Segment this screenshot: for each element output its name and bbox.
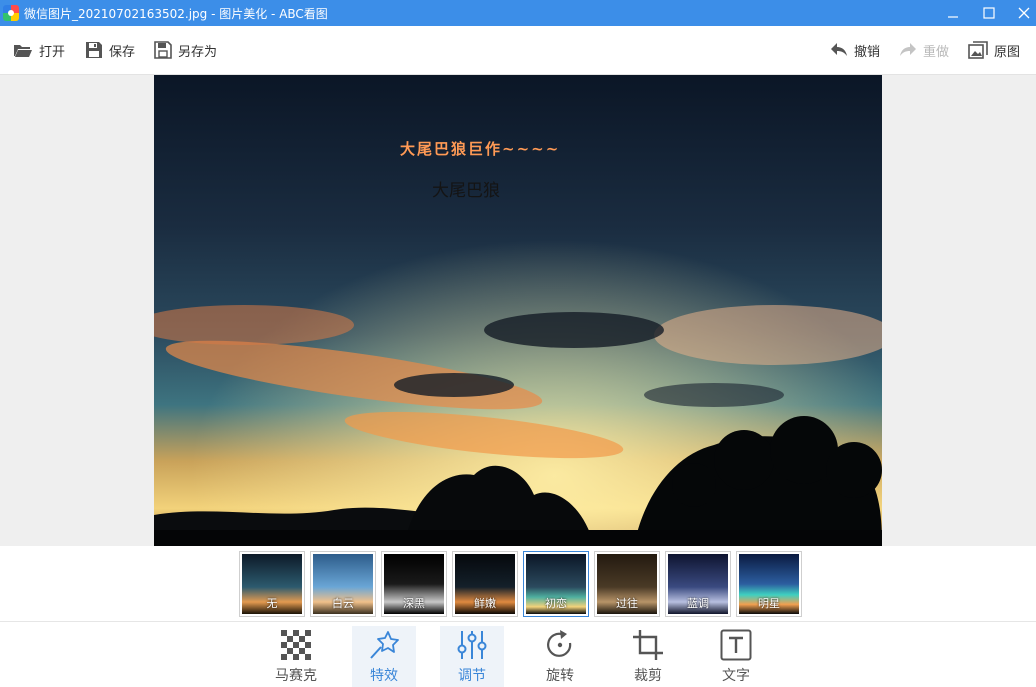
close-button[interactable]: [1006, 0, 1036, 26]
maximize-button[interactable]: [971, 0, 1007, 26]
rotate-tool[interactable]: 旋转: [528, 626, 592, 687]
save-as-label: 另存为: [178, 44, 218, 60]
filter-past[interactable]: 过往: [594, 551, 660, 617]
crop-icon: [633, 630, 663, 660]
maximize-icon: [983, 7, 995, 19]
filter-white-cloud[interactable]: 白云: [310, 551, 376, 617]
filter-label: 初恋: [545, 597, 567, 610]
text-label: 文字: [722, 668, 750, 684]
save-icon: [86, 42, 102, 58]
filter-fresh[interactable]: 鲜嫩: [452, 551, 518, 617]
mosaic-label: 马赛克: [275, 668, 317, 684]
redo-icon: [900, 43, 916, 56]
canvas-area: 大尾巴狼巨作~~~~ 大尾巴狼: [0, 75, 1036, 546]
redo-label: 重做: [923, 44, 950, 60]
crop-label: 裁剪: [634, 668, 662, 684]
filter-first-love[interactable]: 初恋: [523, 551, 589, 617]
caption-text[interactable]: 大尾巴狼: [432, 176, 500, 201]
minimize-icon: [948, 16, 958, 18]
save-button[interactable]: 保存: [85, 26, 135, 74]
close-icon: [1018, 7, 1030, 19]
filter-label: 明星: [758, 597, 780, 610]
save-as-icon: [154, 41, 172, 59]
filter-star[interactable]: 明星: [736, 551, 802, 617]
filter-thumbnail: 初恋: [526, 554, 586, 614]
folder-open-icon: [14, 45, 32, 57]
watermark-text[interactable]: 大尾巴狼巨作~~~~: [400, 138, 560, 159]
effects-label: 特效: [370, 668, 398, 684]
redo-button[interactable]: 重做: [899, 26, 949, 74]
filter-thumbnail: 无: [242, 554, 302, 614]
edited-photo[interactable]: 大尾巴狼巨作~~~~ 大尾巴狼: [154, 75, 882, 546]
window-title: 微信图片_20210702163502.jpg - 图片美化 - ABC看图: [24, 6, 328, 21]
bottom-toolbar: 马赛克 特效 调节 旋转 裁剪 文字: [0, 622, 1036, 687]
filter-thumbnail: 过往: [597, 554, 657, 614]
adjust-label: 调节: [458, 668, 486, 684]
filter-blue-tone[interactable]: 蓝调: [665, 551, 731, 617]
filter-deep-black[interactable]: 深黑: [381, 551, 447, 617]
open-label: 打开: [39, 44, 66, 60]
crop-tool[interactable]: 裁剪: [616, 626, 680, 687]
save-label: 保存: [109, 44, 136, 60]
text-tool[interactable]: 文字: [704, 626, 768, 687]
sliders-icon: [457, 631, 487, 659]
save-as-button[interactable]: 另存为: [154, 26, 217, 74]
filter-label: 过往: [616, 597, 638, 610]
filter-label: 深黑: [403, 597, 425, 610]
filter-label: 白云: [332, 597, 354, 610]
undo-button[interactable]: 撤销: [830, 26, 880, 74]
mosaic-icon: [281, 630, 311, 660]
filter-thumbnail: 深黑: [384, 554, 444, 614]
title-bar: 微信图片_20210702163502.jpg - 图片美化 - ABC看图: [0, 0, 1036, 26]
original-label: 原图: [994, 44, 1021, 60]
magic-wand-icon: [370, 631, 399, 659]
filter-thumbnail: 鲜嫩: [455, 554, 515, 614]
filter-strip: 无 白云 深黑 鲜嫩 初恋 过往 蓝调 明星: [0, 546, 1036, 622]
rotate-icon: [547, 630, 572, 657]
minimize-button[interactable]: [935, 0, 971, 26]
original-image-icon: [968, 41, 988, 59]
filter-label: 鲜嫩: [474, 597, 496, 610]
filter-thumbnail: 白云: [313, 554, 373, 614]
toolbar: 打开 保存 另存为 撤销 重做 原图: [0, 26, 1036, 75]
filter-none[interactable]: 无: [239, 551, 305, 617]
filter-label: 蓝调: [687, 597, 709, 610]
filter-thumbnail: 明星: [739, 554, 799, 614]
filter-thumbnail: 蓝调: [668, 554, 728, 614]
rotate-label: 旋转: [546, 668, 574, 684]
mosaic-tool[interactable]: 马赛克: [264, 626, 328, 687]
open-button[interactable]: 打开: [13, 26, 65, 74]
adjust-tool[interactable]: 调节: [440, 626, 504, 687]
undo-label: 撤销: [854, 44, 881, 60]
app-logo-icon: [3, 5, 19, 21]
filter-label: 无: [266, 597, 278, 610]
effects-tool[interactable]: 特效: [352, 626, 416, 687]
undo-icon: [831, 43, 847, 56]
original-button[interactable]: 原图: [968, 26, 1020, 74]
text-icon: [720, 629, 752, 661]
